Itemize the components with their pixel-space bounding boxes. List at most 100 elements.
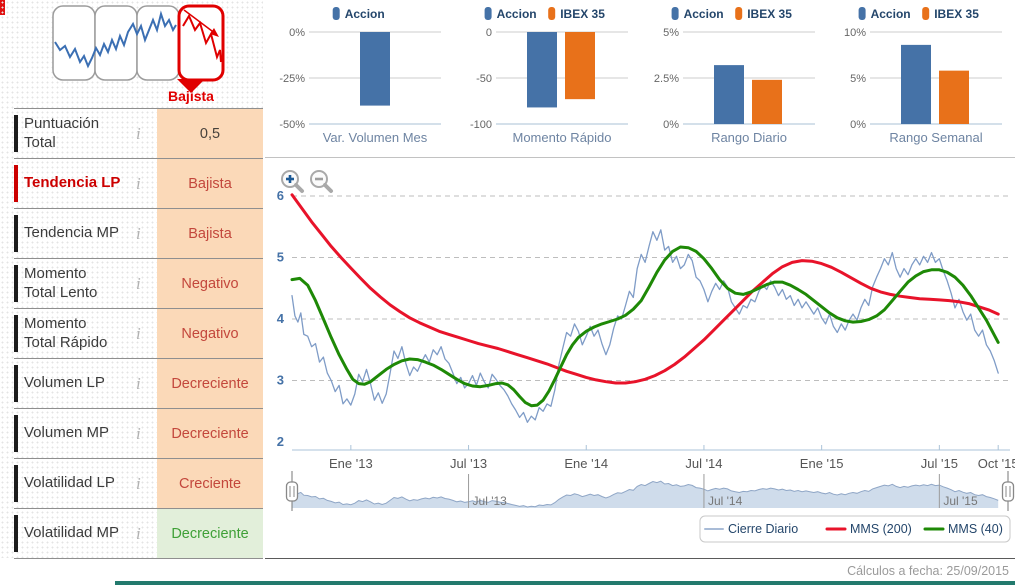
- y-tick-label: 5: [277, 250, 284, 265]
- table-row-momento-total-rapido: Momento Total Rápido i Negativo: [14, 309, 263, 359]
- y-tick-label: -100: [470, 119, 492, 131]
- mini-chart-rango-diario: Accion IBEX 35 5% 2.5% 0% Rango Diario: [639, 0, 826, 156]
- row-label: Tendencia LP: [24, 174, 121, 192]
- row-value: Negativo: [157, 259, 263, 308]
- row-value: Negativo: [157, 309, 263, 358]
- legend-label: Accion: [345, 7, 385, 21]
- bar-accion: [714, 65, 744, 124]
- stock-analysis-dashboard: Bajista Puntuación Total i 0,5 Tendencia LP…: [0, 0, 1015, 585]
- mini-chart-rango-semanal: Accion IBEX 35 10% 5% 0% Rango Semanal: [826, 0, 1013, 156]
- table-row-tendencia-mp: Tendencia MP i Bajista: [14, 209, 263, 259]
- info-icon[interactable]: i: [136, 124, 141, 144]
- mini-chart-title: Momento Rápido: [513, 130, 612, 145]
- bar-ibex-35: [939, 70, 969, 124]
- legend-label: IBEX 35: [934, 7, 979, 21]
- row-label: Volumen MP: [24, 424, 110, 442]
- legend-chip: [484, 7, 492, 20]
- table-row-volumen-mp: Volumen MP i Decreciente: [14, 409, 263, 459]
- row-label: Puntuación Total: [24, 114, 100, 151]
- table-row-volatilidad-lp: Volatilidad LP i Creciente: [14, 459, 263, 509]
- row-accent-bar: [14, 465, 18, 502]
- row-accent-bar: [14, 315, 18, 352]
- charts-panel: Accion 0% -25% -50% Var. Volumen Mes Accion IB…: [265, 0, 1015, 585]
- y-tick-label: 2.5%: [654, 73, 679, 85]
- info-icon[interactable]: i: [136, 424, 141, 444]
- legend-item-accion[interactable]: Accion: [484, 7, 537, 21]
- x-tick-label: Jul '14: [685, 456, 722, 471]
- legend-chip: [922, 7, 930, 20]
- mini-chart-momento-rapido: Accion IBEX 35 0 -50 -100 Momento Rápido: [452, 0, 639, 156]
- zoom-out-icon[interactable]: [310, 170, 333, 193]
- table-row-volumen-lp: Volumen LP i Decreciente: [14, 359, 263, 409]
- legend-item-ibex-35[interactable]: IBEX 35: [922, 7, 979, 21]
- info-icon[interactable]: i: [136, 224, 141, 244]
- y-tick-label: 5%: [850, 73, 866, 85]
- row-accent-bar: [14, 365, 18, 402]
- trend-state-label: Bajista: [168, 88, 214, 104]
- y-tick-label: 2: [277, 434, 284, 449]
- row-accent-bar: [14, 165, 18, 202]
- legend-chip: [735, 7, 743, 20]
- x-tick-label: Ene '14: [564, 456, 608, 471]
- navigator-tick-label: Jul '15: [943, 494, 978, 508]
- mini-chart-title: Rango Diario: [711, 130, 787, 145]
- trend-box-2: [94, 5, 138, 81]
- row-value: Bajista: [157, 209, 263, 258]
- legend-label: IBEX 35: [560, 7, 605, 21]
- trend-box-1: [52, 5, 96, 81]
- row-label: Momento Total Lento: [24, 264, 98, 301]
- legend-label: IBEX 35: [747, 7, 792, 21]
- mini-chart-title: Rango Semanal: [889, 130, 982, 145]
- row-label: Volatilidad MP: [24, 524, 120, 542]
- score-table: Puntuación Total i 0,5 Tendencia LP i Bajista…: [0, 108, 263, 559]
- bottom-accent-bar: [115, 581, 1015, 585]
- y-tick-label: 4: [277, 311, 285, 326]
- trend-box-3: [136, 5, 180, 81]
- legend-chip: [548, 7, 556, 20]
- info-icon[interactable]: i: [136, 524, 141, 544]
- info-icon[interactable]: i: [136, 374, 141, 394]
- calculation-date: Cálculos a fecha: 25/09/2015: [847, 564, 1009, 578]
- legend-item-accion[interactable]: Accion: [332, 7, 385, 21]
- legend-item-ibex-35[interactable]: IBEX 35: [548, 7, 605, 21]
- row-label: Volumen LP: [24, 374, 105, 392]
- info-icon[interactable]: i: [136, 174, 141, 194]
- info-icon[interactable]: i: [136, 474, 141, 494]
- navigator-tick-label: Jul '13: [473, 494, 508, 508]
- info-icon[interactable]: i: [136, 324, 141, 344]
- row-value: 0,5: [157, 109, 263, 158]
- info-icon[interactable]: i: [136, 274, 141, 294]
- navigator[interactable]: Jul '13 Jul '14 Jul '15: [291, 474, 999, 508]
- bar-accion: [901, 44, 931, 124]
- series-cierre-diario: [291, 229, 999, 423]
- y-tick-label: 0%: [663, 119, 679, 131]
- legend-chip: [332, 7, 340, 20]
- x-tick-label: Jul '15: [921, 456, 958, 471]
- x-tick-label: Ene '13: [329, 456, 373, 471]
- legend-label: MMS (40): [948, 522, 1003, 536]
- y-tick-label: 10%: [844, 27, 866, 39]
- zoom-in-icon[interactable]: [281, 170, 304, 193]
- legend-item-accion[interactable]: Accion: [858, 7, 911, 21]
- navigator-handle-right[interactable]: [1001, 471, 1015, 511]
- navigator-tick-label: Jul '14: [708, 494, 743, 508]
- table-row-puntuacion-total: Puntuación Total i 0,5: [14, 108, 263, 159]
- row-value: Decreciente: [157, 359, 263, 408]
- indicator-panel: Bajista Puntuación Total i 0,5 Tendencia LP…: [0, 0, 263, 559]
- trend-sparkline-icon: [52, 4, 225, 93]
- y-tick-label: -25%: [279, 73, 305, 85]
- y-tick-label: 3: [277, 373, 284, 388]
- row-value: Decreciente: [157, 409, 263, 458]
- legend-item-accion[interactable]: Accion: [671, 7, 724, 21]
- series-mms-200: [290, 193, 1000, 385]
- row-accent-bar: [14, 115, 18, 152]
- row-label: Volatilidad LP: [24, 474, 115, 492]
- row-value: Bajista: [157, 159, 263, 208]
- mini-chart-title: Var. Volumen Mes: [323, 130, 428, 145]
- y-tick-label: 5%: [663, 27, 679, 39]
- legend-label: Cierre Diario: [728, 522, 798, 536]
- legend-label: Accion: [871, 7, 911, 21]
- legend-item-ibex-35[interactable]: IBEX 35: [735, 7, 792, 21]
- row-value: Decreciente: [157, 509, 263, 558]
- trend-state-indicator: Bajista: [0, 0, 263, 108]
